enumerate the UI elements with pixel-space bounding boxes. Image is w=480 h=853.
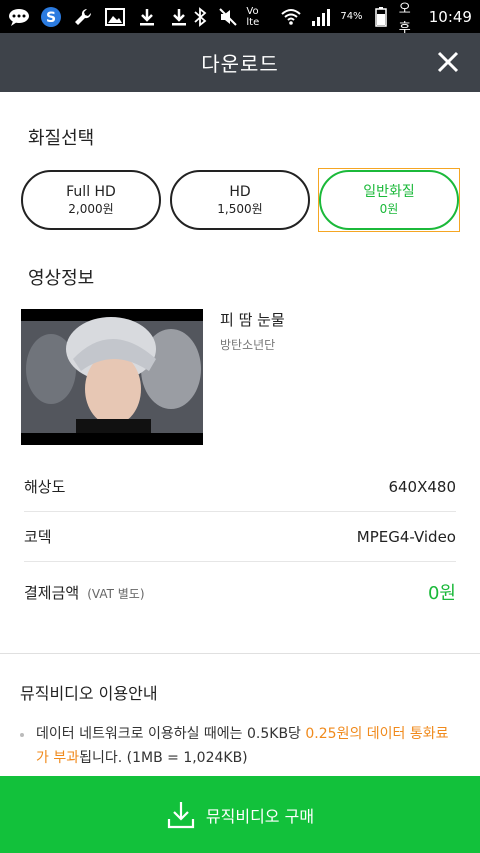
bluetooth-icon bbox=[190, 6, 210, 28]
mute-icon bbox=[218, 6, 238, 28]
buy-button-label: 뮤직비디오 구매 bbox=[205, 806, 315, 826]
quality-option-standard[interactable]: 일반화질 0원 bbox=[319, 170, 459, 230]
buy-button[interactable]: 뮤직비디오 구매 bbox=[0, 776, 480, 853]
song-title: 피 땀 눈물 bbox=[220, 311, 285, 329]
vat-note: (VAT 별도) bbox=[87, 586, 145, 601]
status-bar: S Vo lte 74% 오후 10:49 bbox=[0, 0, 480, 36]
download-icon bbox=[136, 6, 158, 28]
status-right-icons: Vo lte 74% 오후 10:49 bbox=[190, 0, 472, 36]
bullet-icon bbox=[20, 733, 24, 737]
s-icon: S bbox=[40, 6, 62, 28]
guide-title: 뮤직비디오 이용안내 bbox=[20, 684, 158, 703]
info-value: MPEG4-Video bbox=[356, 527, 456, 546]
close-button[interactable] bbox=[434, 48, 462, 76]
battery-icon bbox=[371, 6, 391, 28]
info-row-codec: 코덱 MPEG4-Video bbox=[24, 512, 456, 562]
info-label: 결제금액 bbox=[24, 583, 80, 602]
video-thumbnail bbox=[21, 309, 203, 445]
volte-icon: Vo lte bbox=[246, 5, 260, 28]
svg-text:S: S bbox=[46, 10, 56, 26]
download-icon bbox=[167, 801, 195, 828]
time-period: 오후 bbox=[398, 1, 411, 36]
quality-option-name: Full HD bbox=[66, 184, 116, 200]
info-row-resolution: 해상도 640X480 bbox=[24, 462, 456, 512]
quality-option-price: 0원 bbox=[379, 202, 399, 216]
guide-text: 데이터 네트워크로 이용하실 때에는 0.5KB당 bbox=[36, 726, 306, 742]
quality-option-price: 2,000원 bbox=[68, 202, 114, 216]
guide-item: 데이터 네트워크로 이용하실 때에는 0.5KB당 0.25원의 데이터 통화료… bbox=[20, 722, 460, 770]
price-value: 0원 bbox=[427, 583, 456, 604]
page-title: 다운로드 bbox=[201, 52, 279, 76]
quality-section-title: 화질선택 bbox=[28, 128, 95, 149]
info-row-price: 결제금액 (VAT 별도) 0원 bbox=[24, 567, 456, 617]
wifi-icon bbox=[280, 6, 302, 28]
signal-icon bbox=[310, 6, 332, 28]
info-label: 해상도 bbox=[24, 478, 66, 496]
song-artist: 방탄소년단 bbox=[220, 338, 276, 352]
video-info-title: 영상정보 bbox=[28, 268, 95, 289]
header: 다운로드 bbox=[0, 33, 480, 92]
quality-option-name: HD bbox=[229, 184, 251, 200]
image-icon bbox=[104, 6, 126, 28]
quality-option-price: 1,500원 bbox=[217, 202, 263, 216]
download-icon bbox=[168, 6, 190, 28]
info-label-price: 결제금액 (VAT 별도) bbox=[24, 582, 145, 603]
quality-option-fullhd[interactable]: Full HD 2,000원 bbox=[21, 170, 161, 230]
guide-text: 됩니다. (1MB = 1,024KB) bbox=[79, 750, 248, 766]
wrench-icon bbox=[72, 6, 94, 28]
info-label: 코덱 bbox=[24, 528, 52, 546]
chat-icon bbox=[8, 6, 30, 28]
quality-options: Full HD 2,000원 HD 1,500원 일반화질 0원 bbox=[20, 168, 460, 232]
close-icon bbox=[437, 51, 459, 73]
status-left-icons: S bbox=[8, 6, 190, 28]
quality-option-hd[interactable]: HD 1,500원 bbox=[170, 170, 310, 230]
quality-option-name: 일반화질 bbox=[363, 184, 415, 200]
info-value: 640X480 bbox=[388, 477, 456, 496]
section-divider bbox=[0, 653, 480, 654]
clock: 10:49 bbox=[428, 7, 472, 26]
battery-percent: 74% bbox=[340, 11, 363, 22]
